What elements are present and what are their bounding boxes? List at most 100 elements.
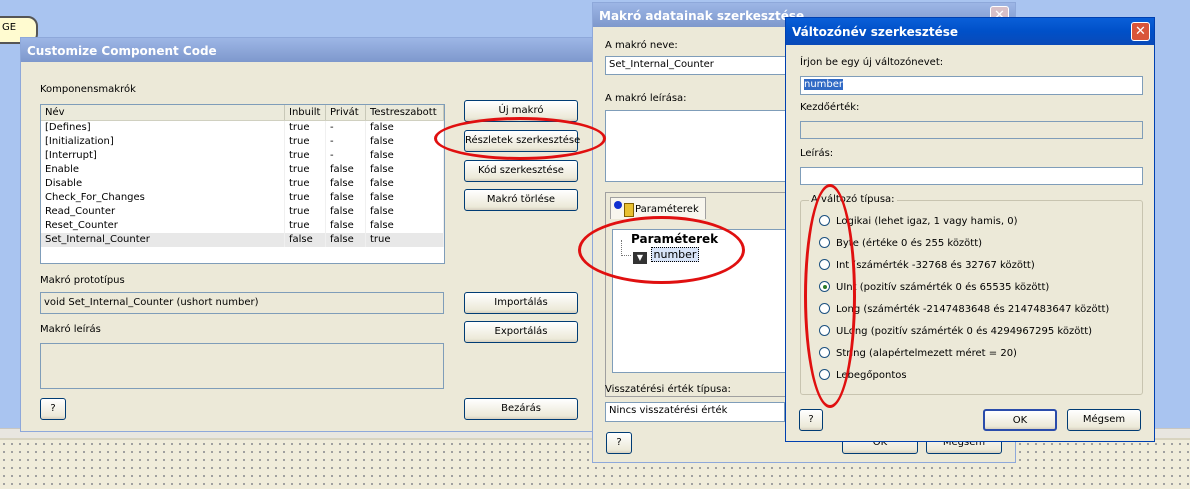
- variable-name-value: number: [804, 79, 844, 90]
- variable-edit-close-icon[interactable]: ✕: [1131, 22, 1150, 41]
- table-cell: false: [326, 177, 366, 191]
- table-row[interactable]: Set_Internal_Counter false false true: [41, 233, 444, 247]
- type-option-label: Long (számérték -2147483648 és 214748364…: [836, 304, 1110, 315]
- prototype-label: Makró prototípus: [40, 275, 125, 286]
- macro-list[interactable]: Név Inbuilt Privát Testreszabott [Define…: [40, 104, 445, 264]
- table-cell: Read_Counter: [41, 205, 285, 219]
- table-row[interactable]: Enable true false false: [41, 163, 444, 177]
- parameters-tab-label: Paraméterek: [635, 204, 699, 215]
- table-cell: [Initialization]: [41, 135, 285, 149]
- prototype-field: void Set_Internal_Counter (ushort number…: [40, 292, 444, 314]
- help-button[interactable]: ?: [40, 398, 66, 420]
- type-option-label: Int (számérték -32768 és 32767 között): [836, 260, 1035, 271]
- variable-name-input[interactable]: number: [800, 76, 1143, 95]
- table-row[interactable]: Read_Counter true false false: [41, 205, 444, 219]
- table-cell: -: [326, 121, 366, 135]
- variable-help-button[interactable]: ?: [799, 409, 823, 431]
- initial-value-input: [800, 121, 1143, 139]
- macro-name-input[interactable]: Set_Internal_Counter: [605, 56, 787, 75]
- table-cell: Enable: [41, 163, 285, 177]
- variable-desc-input[interactable]: [800, 167, 1143, 185]
- annotation-ring-edit-details: [434, 117, 606, 160]
- table-row[interactable]: Check_For_Changes true false false: [41, 191, 444, 205]
- table-cell: [Defines]: [41, 121, 285, 135]
- type-option-label: String (alapértelmezett méret = 20): [836, 348, 1017, 359]
- variable-cancel-button[interactable]: Mégsem: [1067, 409, 1141, 431]
- macro-list-header: Név Inbuilt Privát Testreszabott: [41, 105, 444, 121]
- table-cell: false: [366, 121, 444, 135]
- import-button[interactable]: Importálás: [464, 292, 578, 314]
- table-cell: true: [285, 177, 326, 191]
- type-option-label: ULong (pozitív számérték 0 és 4294967295…: [836, 326, 1093, 337]
- delete-macro-button[interactable]: Makró törlése: [464, 189, 578, 211]
- table-cell: true: [285, 135, 326, 149]
- table-cell: Set_Internal_Counter: [41, 233, 285, 247]
- table-row[interactable]: [Defines] true - false: [41, 121, 444, 135]
- table-cell: false: [366, 205, 444, 219]
- table-cell: true: [285, 121, 326, 135]
- table-cell: -: [326, 135, 366, 149]
- macros-label: Komponensmakrók: [40, 84, 136, 95]
- type-option[interactable]: Long (számérték -2147483648 és 214748364…: [819, 303, 1109, 315]
- macro-name-label: A makró neve:: [605, 40, 678, 51]
- column-header-custom[interactable]: Testreszabott: [366, 105, 444, 120]
- table-cell: [Interrupt]: [41, 149, 285, 163]
- type-option-label: UInt (pozitív számérték 0 és 65535 közöt…: [836, 282, 1050, 293]
- initial-value-label: Kezdőérték:: [800, 102, 860, 113]
- annotation-ring-variable-types: [804, 184, 856, 408]
- macro-edit-help-button[interactable]: ?: [606, 432, 632, 454]
- macro-desc-input[interactable]: [605, 110, 787, 182]
- table-cell: false: [326, 191, 366, 205]
- table-cell: true: [285, 149, 326, 163]
- type-option-label: Logikai (lehet igaz, 1 vagy hamis, 0): [836, 216, 1018, 227]
- close-button[interactable]: Bezárás: [464, 398, 578, 420]
- table-row[interactable]: Reset_Counter true false false: [41, 219, 444, 233]
- macro-desc-label: A makró leírása:: [605, 93, 687, 104]
- type-option-label: Byte (értéke 0 és 255 között): [836, 238, 983, 249]
- edit-code-button[interactable]: Kód szerkesztése: [464, 160, 578, 182]
- column-header-inbuilt[interactable]: Inbuilt: [285, 105, 326, 120]
- return-type-select[interactable]: Nincs visszatérési érték: [605, 402, 785, 422]
- customize-title-bar[interactable]: Customize Component Code: [21, 38, 593, 62]
- variable-name-prompt: Írjon be egy új változónevet:: [800, 57, 944, 68]
- variable-edit-title: Változónév szerkesztése: [792, 25, 958, 39]
- table-cell: Reset_Counter: [41, 219, 285, 233]
- table-row[interactable]: Disable true false false: [41, 177, 444, 191]
- return-type-label: Visszatérési érték típusa:: [605, 384, 731, 395]
- table-cell: false: [326, 205, 366, 219]
- table-cell: true: [366, 233, 444, 247]
- macro-list-body: [Defines] true - false [Initialization] true -…: [41, 121, 444, 247]
- column-header-private[interactable]: Privát: [326, 105, 366, 120]
- table-cell: false: [285, 233, 326, 247]
- variable-edit-title-bar[interactable]: Változónév szerkesztése: [786, 18, 1154, 45]
- description-label: Makró leírás: [40, 324, 101, 335]
- table-cell: false: [366, 191, 444, 205]
- table-cell: Check_For_Changes: [41, 191, 285, 205]
- table-cell: Disable: [41, 177, 285, 191]
- table-cell: true: [285, 191, 326, 205]
- variable-ok-button[interactable]: OK: [983, 409, 1057, 431]
- table-cell: false: [366, 149, 444, 163]
- table-cell: true: [285, 219, 326, 233]
- table-cell: false: [366, 135, 444, 149]
- description-field: [40, 343, 444, 389]
- annotation-ring-parameters: [578, 216, 745, 284]
- table-cell: false: [326, 233, 366, 247]
- table-cell: false: [326, 163, 366, 177]
- table-cell: -: [326, 149, 366, 163]
- parameters-folder-icon: [624, 203, 634, 217]
- parameters-tab-icon: [614, 201, 622, 209]
- table-cell: false: [366, 163, 444, 177]
- customize-title: Customize Component Code: [27, 44, 217, 58]
- variable-desc-label: Leírás:: [800, 148, 834, 159]
- table-cell: false: [366, 219, 444, 233]
- type-option[interactable]: ULong (pozitív számérték 0 és 4294967295…: [819, 325, 1092, 337]
- table-row[interactable]: [Initialization] true - false: [41, 135, 444, 149]
- table-row[interactable]: [Interrupt] true - false: [41, 149, 444, 163]
- table-cell: false: [326, 219, 366, 233]
- table-cell: false: [366, 177, 444, 191]
- export-button[interactable]: Exportálás: [464, 321, 578, 343]
- column-header-name[interactable]: Név: [41, 105, 285, 120]
- macro-edit-title: Makró adatainak szerkesztése: [599, 9, 805, 23]
- table-cell: true: [285, 163, 326, 177]
